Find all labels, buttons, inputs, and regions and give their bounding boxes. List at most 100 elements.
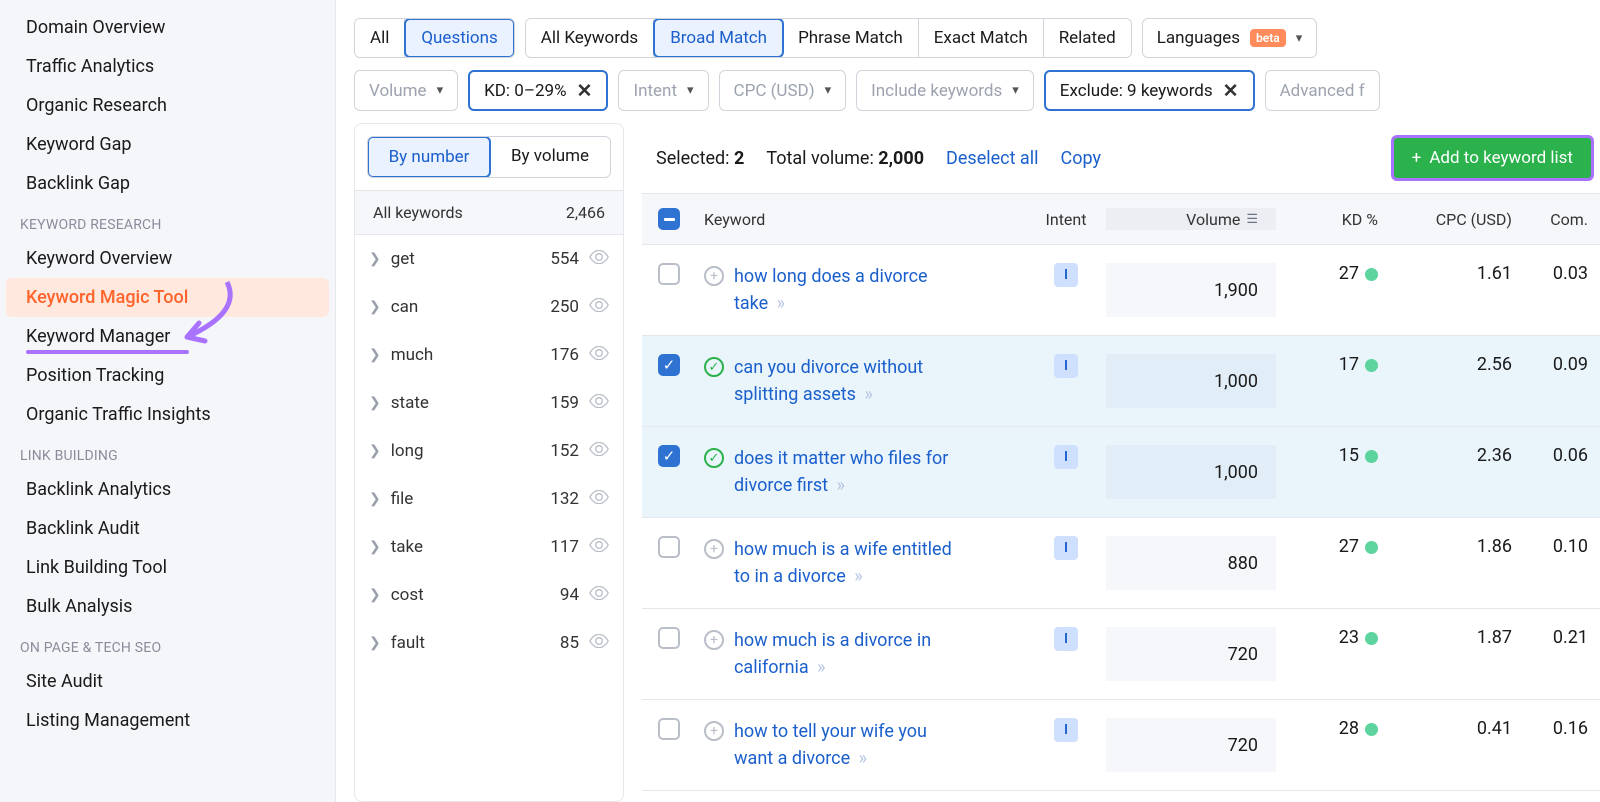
sidebar-item[interactable]: Traffic Analytics	[6, 47, 329, 86]
sidebar-item[interactable]: Organic Traffic Insights	[6, 395, 329, 434]
filter-languages[interactable]: Languages beta ▾	[1142, 18, 1318, 58]
sidebar-item[interactable]: Link Building Tool	[6, 548, 329, 587]
group-item[interactable]: ❯take117	[355, 523, 623, 571]
keyword-link[interactable]: how to tell your wife you want a divorce…	[734, 718, 954, 772]
group-item[interactable]: ❯cost94	[355, 571, 623, 619]
kd-cell: 23	[1276, 627, 1396, 648]
eye-icon[interactable]	[589, 490, 609, 504]
eye-icon[interactable]	[589, 442, 609, 456]
intent-badge: I	[1054, 536, 1078, 560]
filter-chip[interactable]: All Keywords	[526, 19, 654, 57]
table-row: ✓ ✓ can you divorce without splitting asse…	[642, 336, 1600, 427]
col-keyword[interactable]: Keyword	[698, 210, 1026, 229]
selected-count: Selected: 2	[656, 148, 744, 169]
filter-chip[interactable]: CPC (USD)▾	[719, 70, 847, 111]
keyword-link[interactable]: how much is a wife entitled to in a divo…	[734, 536, 954, 590]
volume-cell: 1,000	[1106, 445, 1276, 499]
results-panel: Selected: 2 Total volume: 2,000 Deselect…	[642, 123, 1600, 802]
filter-chip[interactable]: Intent▾	[618, 70, 708, 111]
cpc-cell: 2.56	[1396, 354, 1526, 375]
table-header: Keyword Intent Volume ☰ KD % CPC (USD) C…	[642, 193, 1600, 245]
cpc-cell: 0.41	[1396, 718, 1526, 739]
sidebar-item[interactable]: Keyword Overview	[6, 239, 329, 278]
row-checkbox[interactable]: ✓	[658, 445, 680, 467]
keyword-link[interactable]: can you divorce without splitting assets…	[734, 354, 954, 408]
sidebar-item[interactable]: Domain Overview	[6, 8, 329, 47]
eye-icon[interactable]	[589, 250, 609, 264]
sidebar-item[interactable]: Bulk Analysis	[6, 587, 329, 626]
sidebar-item[interactable]: Backlink Analytics	[6, 470, 329, 509]
plus-circle-icon[interactable]: +	[704, 630, 724, 650]
volume-cell: 1,900	[1106, 263, 1276, 317]
select-all-checkbox[interactable]	[658, 208, 680, 230]
sidebar-item[interactable]: Backlink Audit	[6, 509, 329, 548]
plus-circle-icon[interactable]: +	[704, 266, 724, 286]
copy-button[interactable]: Copy	[1060, 148, 1101, 169]
deselect-all-button[interactable]: Deselect all	[946, 148, 1038, 169]
sidebar-item[interactable]: Keyword Magic Tool	[6, 278, 329, 317]
group-item[interactable]: ❯can250	[355, 283, 623, 331]
check-circle-icon[interactable]: ✓	[704, 357, 724, 377]
plus-circle-icon[interactable]: +	[704, 721, 724, 741]
kd-dot-icon	[1365, 723, 1378, 736]
keyword-link[interactable]: how much is a divorce in california »	[734, 627, 954, 681]
sidebar-item[interactable]: Keyword Manager	[6, 317, 329, 356]
sidebar-item[interactable]: Position Tracking	[6, 356, 329, 395]
eye-icon[interactable]	[589, 346, 609, 360]
cpc-cell: 2.36	[1396, 445, 1526, 466]
filter-chip[interactable]: Exact Match	[919, 19, 1044, 57]
filter-chip[interactable]: Phrase Match	[783, 19, 919, 57]
eye-icon[interactable]	[589, 394, 609, 408]
toggle-by-volume[interactable]: By volume	[490, 137, 610, 177]
group-item[interactable]: ❯long152	[355, 427, 623, 475]
filter-chip[interactable]: Volume▾	[354, 70, 458, 111]
row-checkbox[interactable]	[658, 627, 680, 649]
row-checkbox[interactable]	[658, 263, 680, 285]
group-item[interactable]: ❯get554	[355, 235, 623, 283]
eye-icon[interactable]	[589, 538, 609, 552]
sidebar-item[interactable]: Organic Research	[6, 86, 329, 125]
close-icon[interactable]: ✕	[577, 79, 593, 102]
group-item[interactable]: ❯fault85	[355, 619, 623, 667]
filter-chip[interactable]: Advanced f	[1265, 70, 1380, 111]
sidebar-item[interactable]: Keyword Gap	[6, 125, 329, 164]
col-cpc[interactable]: CPC (USD)	[1396, 210, 1526, 229]
add-to-keyword-list-button[interactable]: + Add to keyword list	[1391, 135, 1594, 181]
group-item[interactable]: ❯file132	[355, 475, 623, 523]
filter-chip[interactable]: Exclude: 9 keywords✕	[1044, 70, 1255, 111]
sidebar-item[interactable]: Site Audit	[6, 662, 329, 701]
chevron-right-icon: ❯	[369, 299, 381, 315]
check-circle-icon[interactable]: ✓	[704, 448, 724, 468]
cpc-cell: 1.86	[1396, 536, 1526, 557]
toggle-by-number[interactable]: By number	[367, 136, 491, 178]
eye-icon[interactable]	[589, 586, 609, 600]
eye-icon[interactable]	[589, 634, 609, 648]
row-checkbox[interactable]	[658, 536, 680, 558]
eye-icon[interactable]	[589, 298, 609, 312]
table-row: ✓ ✓ does it matter who files for divorce f…	[642, 427, 1600, 518]
groups-list[interactable]: ❯get554❯can250❯much176❯state159❯long152❯…	[355, 235, 623, 801]
intent-badge: I	[1054, 445, 1078, 469]
group-item[interactable]: ❯state159	[355, 379, 623, 427]
filter-chip[interactable]: Broad Match	[653, 18, 784, 58]
sidebar-item[interactable]: Backlink Gap	[6, 164, 329, 203]
filter-chip[interactable]: Include keywords▾	[856, 70, 1034, 111]
keyword-link[interactable]: how long does a divorce take »	[734, 263, 954, 317]
group-item[interactable]: ❯much176	[355, 331, 623, 379]
sidebar-item[interactable]: Listing Management	[6, 701, 329, 740]
col-kd[interactable]: KD %	[1276, 210, 1396, 229]
row-checkbox[interactable]	[658, 718, 680, 740]
filter-chip[interactable]: KD: 0–29%✕	[468, 70, 608, 111]
col-intent[interactable]: Intent	[1026, 210, 1106, 229]
row-checkbox[interactable]: ✓	[658, 354, 680, 376]
filter-chip[interactable]: All	[355, 19, 405, 57]
col-volume[interactable]: Volume ☰	[1106, 208, 1276, 230]
keyword-link[interactable]: does it matter who files for divorce fir…	[734, 445, 954, 499]
close-icon[interactable]: ✕	[1223, 79, 1239, 102]
filter-chip[interactable]: Questions	[404, 18, 514, 58]
kd-dot-icon	[1365, 268, 1378, 281]
col-com[interactable]: Com.	[1526, 210, 1600, 229]
filter-chip[interactable]: Related	[1044, 19, 1131, 57]
plus-circle-icon[interactable]: +	[704, 539, 724, 559]
chevron-down-icon: ▾	[687, 83, 694, 98]
